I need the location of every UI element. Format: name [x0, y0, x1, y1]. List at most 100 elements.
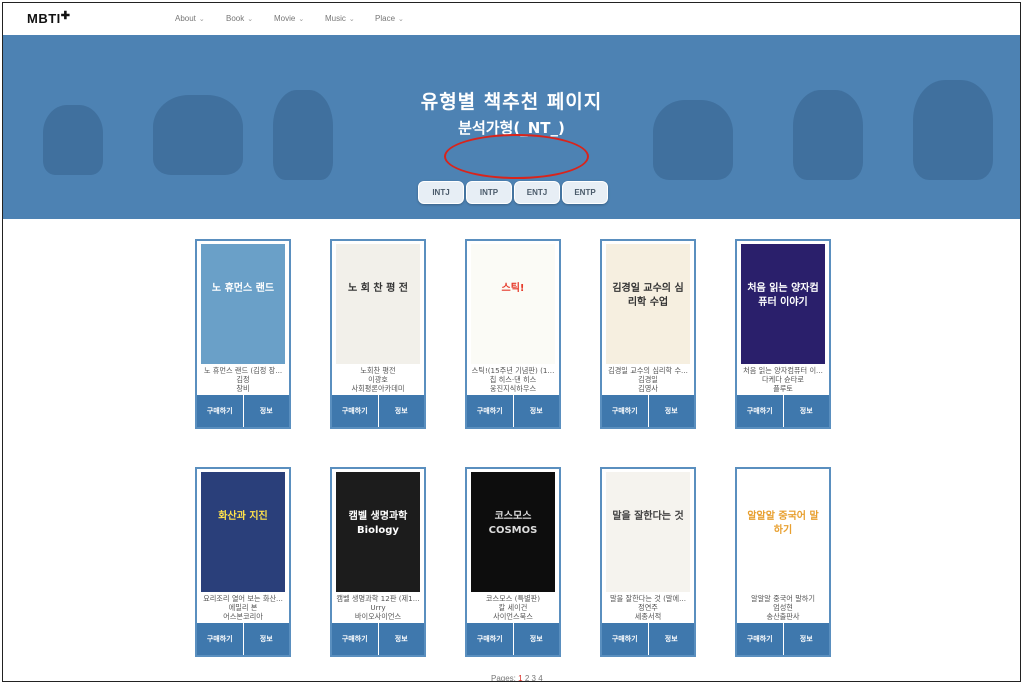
type-button-intj[interactable]: INTJ	[418, 181, 464, 204]
browser-frame: MBTI✚ About ⌄ Book ⌄ Movie ⌄ Music ⌄ Place ⌄ …	[2, 2, 1021, 682]
book-title: 노 휴먼스 랜드 (김정 장...	[203, 366, 283, 375]
book-actions: 구매하기 정보	[737, 623, 829, 655]
book-cover[interactable]: 캠벨 생명과학 Biology	[336, 472, 420, 592]
info-button[interactable]: 정보	[783, 623, 829, 655]
book-meta: 말을 잘한다는 것 (말에... 정연주 세종서적	[604, 594, 692, 621]
book-title: 코스모스 (특별판)	[485, 594, 541, 603]
red-highlight-circle	[444, 134, 589, 179]
book-cover[interactable]: 스틱!	[471, 244, 555, 364]
book-title: 김경일 교수의 심리학 수...	[608, 366, 688, 375]
info-button[interactable]: 정보	[243, 395, 289, 427]
book-author: 정연주	[638, 603, 658, 612]
buy-button[interactable]: 구매하기	[467, 395, 514, 427]
book-meta: 김경일 교수의 심리학 수... 김경일 김영사	[604, 366, 692, 393]
book-cover-title: 노 휴먼스 랜드	[211, 283, 275, 294]
book-author: 다케다 슌타로	[762, 375, 804, 384]
hero-banner: 유형별 책추천 페이지 분석가형(_NT_) INTJ INTP ENTJ EN…	[3, 35, 1020, 219]
book-publisher: 사이언스북스	[493, 612, 533, 621]
page-link-1[interactable]: 1	[518, 674, 522, 681]
book-card: 코스모스 COSMOS 코스모스 (특별판) 칼 세이건 사이언스북스 구매하기 정보	[465, 467, 561, 657]
book-actions: 구매하기 정보	[602, 395, 694, 427]
book-author: 김경일	[638, 375, 658, 384]
book-meta: 노회찬 평전 이광호 사회평론아카데미	[334, 366, 422, 393]
book-cover[interactable]: 코스모스 COSMOS	[471, 472, 555, 592]
book-cover-title: 노 회 찬 평 전	[348, 283, 408, 294]
type-button-entp[interactable]: ENTP	[562, 181, 608, 204]
nav-music[interactable]: Music ⌄	[325, 14, 355, 23]
chevron-down-icon: ⌄	[398, 16, 404, 23]
book-cover[interactable]: 노 휴먼스 랜드	[201, 244, 285, 364]
info-button[interactable]: 정보	[378, 623, 424, 655]
book-meta: 캠벨 생명과학 12판 (제1... Urry 바이오사이언스	[334, 594, 422, 621]
book-meta: 노 휴먼스 랜드 (김정 장... 김정 창비	[199, 366, 287, 393]
book-cover[interactable]: 노 회 찬 평 전	[336, 244, 420, 364]
book-card: 화산과 지진 요리조리 열어 보는 화산... 에밀리 본 어스본코리아 구매하기 정보	[195, 467, 291, 657]
book-meta: 요리조리 열어 보는 화산... 에밀리 본 어스본코리아	[199, 594, 287, 621]
book-title: 요리조리 열어 보는 화산...	[203, 594, 283, 603]
book-title: 캠벨 생명과학 12판 (제1...	[336, 594, 420, 603]
info-button[interactable]: 정보	[513, 623, 559, 655]
buy-button[interactable]: 구매하기	[737, 395, 784, 427]
buy-button[interactable]: 구매하기	[197, 395, 244, 427]
book-actions: 구매하기 정보	[197, 623, 289, 655]
info-button[interactable]: 정보	[783, 395, 829, 427]
book-actions: 구매하기 정보	[737, 395, 829, 427]
buy-button[interactable]: 구매하기	[332, 395, 379, 427]
book-title: 말을 잘한다는 것 (말에...	[609, 594, 687, 603]
nav-book[interactable]: Book ⌄	[226, 14, 253, 23]
book-card: 말을 잘한다는 것말을 잘한다는 것 (말에... 정연주 세종서적 구매하기 정보	[600, 467, 696, 657]
pagination: Pages: 1 2 3 4	[491, 674, 543, 682]
book-publisher: 어스본코리아	[223, 612, 263, 621]
plus-icon: ✚	[60, 10, 71, 22]
book-cover[interactable]: 말을 잘한다는 것	[606, 472, 690, 592]
page-link-4[interactable]: 4	[538, 674, 542, 681]
buy-button[interactable]: 구매하기	[332, 623, 379, 655]
book-meta: 알알알 중국어 말하기 엄성현 송산출판사	[739, 594, 827, 621]
book-meta: 스틱!(15주년 기념판) (1... 칩 히스·댄 히스 웅진지식하우스	[469, 366, 557, 393]
book-cover[interactable]: 김경일 교수의 심리학 수업	[606, 244, 690, 364]
book-meta: 코스모스 (특별판) 칼 세이건 사이언스북스	[469, 594, 557, 621]
book-publisher: 플루토	[773, 384, 793, 393]
book-cover-title: 코스모스 COSMOS	[488, 511, 538, 536]
info-button[interactable]: 정보	[648, 623, 694, 655]
book-actions: 구매하기 정보	[467, 623, 559, 655]
nav-about[interactable]: About ⌄	[175, 14, 205, 23]
book-card: 노 휴먼스 랜드노 휴먼스 랜드 (김정 장... 김정 창비 구매하기 정보	[195, 239, 291, 429]
buy-button[interactable]: 구매하기	[602, 395, 649, 427]
buy-button[interactable]: 구매하기	[467, 623, 514, 655]
book-actions: 구매하기 정보	[332, 395, 424, 427]
book-actions: 구매하기 정보	[332, 623, 424, 655]
book-cover-title: 말을 잘한다는 것	[612, 511, 684, 522]
info-button[interactable]: 정보	[513, 395, 559, 427]
book-author: 엄성현	[773, 603, 793, 612]
book-cover[interactable]: 처음 읽는 양자컴퓨터 이야기	[741, 244, 825, 364]
type-button-entj[interactable]: ENTJ	[514, 181, 560, 204]
buy-button[interactable]: 구매하기	[602, 623, 649, 655]
brand-logo[interactable]: MBTI✚	[27, 10, 71, 26]
nav-place[interactable]: Place ⌄	[375, 14, 404, 23]
type-button-intp[interactable]: INTP	[466, 181, 512, 204]
page-link-3[interactable]: 3	[532, 674, 536, 681]
book-cover-title: 스틱!	[501, 283, 525, 294]
book-cover[interactable]: 알알알 중국어 말하기	[741, 472, 825, 592]
book-cover[interactable]: 화산과 지진	[201, 472, 285, 592]
chevron-down-icon: ⌄	[198, 16, 205, 23]
background-figure	[43, 105, 103, 175]
book-cover-title: 알알알 중국어 말하기	[747, 511, 819, 536]
book-publisher: 바이오사이언스	[354, 612, 402, 621]
chevron-down-icon: ⌄	[348, 16, 355, 23]
book-author: 이광호	[368, 375, 388, 384]
book-author: 칩 히스·댄 히스	[489, 375, 537, 384]
info-button[interactable]: 정보	[378, 395, 424, 427]
nav-movie[interactable]: Movie ⌄	[274, 14, 304, 23]
book-publisher: 송산출판사	[766, 612, 800, 621]
book-actions: 구매하기 정보	[197, 395, 289, 427]
book-title: 알알알 중국어 말하기	[750, 594, 816, 603]
page-link-2[interactable]: 2	[525, 674, 529, 681]
book-author: 김정	[236, 375, 250, 384]
info-button[interactable]: 정보	[243, 623, 289, 655]
buy-button[interactable]: 구매하기	[197, 623, 244, 655]
pager-label: Pages:	[491, 674, 516, 682]
buy-button[interactable]: 구매하기	[737, 623, 784, 655]
info-button[interactable]: 정보	[648, 395, 694, 427]
